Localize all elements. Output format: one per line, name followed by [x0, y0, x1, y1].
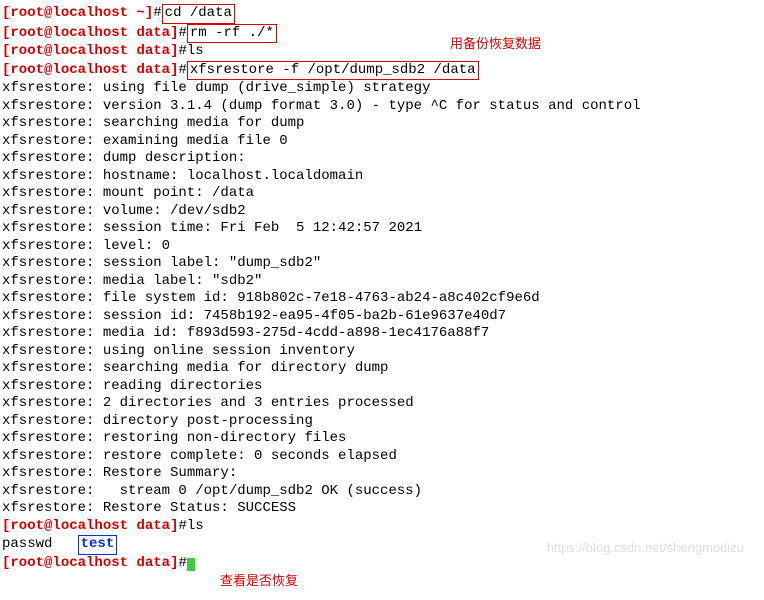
output-line: xfsrestore: using file dump (drive_simpl… — [2, 80, 762, 98]
output-line: xfsrestore: searching media for director… — [2, 360, 762, 378]
output-line: xfsrestore: dump description: — [2, 150, 762, 168]
output-line: xfsrestore: directory post-processing — [2, 413, 762, 431]
terminal-line: [root@localhost data]#xfsrestore -f /opt… — [2, 61, 762, 81]
command-cd[interactable]: cd /data — [162, 4, 235, 24]
prompt-host: localhost — [52, 43, 128, 59]
output-line: xfsrestore: restoring non-directory file… — [2, 430, 762, 448]
prompt-host: localhost — [52, 25, 128, 41]
output-line: xfsrestore: stream 0 /opt/dump_sdb2 OK (… — [2, 483, 762, 501]
prompt-hash: # — [178, 555, 186, 571]
output-line: xfsrestore: examining media file 0 — [2, 133, 762, 151]
annotation-restore: 用备份恢复数据 — [450, 36, 541, 52]
annotation-check: 查看是否恢复 — [220, 573, 298, 589]
prompt-user: root — [10, 62, 44, 78]
prompt-path: ~ — [136, 5, 144, 21]
terminal-line: [root@localhost data]#ls — [2, 518, 762, 536]
terminal-line: [root@localhost data]# — [2, 555, 762, 573]
output-line: xfsrestore: file system id: 918b802c-7e1… — [2, 290, 762, 308]
output-line: xfsrestore: restore complete: 0 seconds … — [2, 448, 762, 466]
output-line: xfsrestore: session label: "dump_sdb2" — [2, 255, 762, 273]
prompt-host: localhost — [52, 518, 128, 534]
prompt-hash: # — [178, 43, 186, 59]
prompt-host: localhost — [52, 555, 128, 571]
prompt-hash: # — [178, 518, 186, 534]
prompt-user: root — [10, 25, 44, 41]
output-line: xfsrestore: hostname: localhost.localdom… — [2, 168, 762, 186]
output-line: xfsrestore: Restore Status: SUCCESS — [2, 500, 762, 518]
output-line: xfsrestore: media id: f893d593-275d-4cdd… — [2, 325, 762, 343]
output-line: xfsrestore: version 3.1.4 (dump format 3… — [2, 98, 762, 116]
watermark: https://blog.csdn.net/shengmodizu — [547, 540, 744, 556]
prompt-path: data — [136, 43, 170, 59]
prompt-hash: # — [178, 25, 186, 41]
prompt-user: root — [10, 555, 44, 571]
output-line: xfsrestore: Restore Summary: — [2, 465, 762, 483]
cursor-icon[interactable] — [187, 558, 195, 571]
prompt-host: localhost — [52, 62, 128, 78]
command-rm[interactable]: rm -rf ./* — [187, 24, 277, 44]
prompt-user: root — [10, 5, 44, 21]
output-line: xfsrestore: reading directories — [2, 378, 762, 396]
output-line: xfsrestore: volume: /dev/sdb2 — [2, 203, 762, 221]
output-line: xfsrestore: session time: Fri Feb 5 12:4… — [2, 220, 762, 238]
prompt-bracket-close: ] — [145, 5, 153, 21]
output-line: xfsrestore: media label: "sdb2" — [2, 273, 762, 291]
prompt-path: data — [136, 25, 170, 41]
prompt-path: data — [136, 518, 170, 534]
command-ls[interactable]: ls — [187, 43, 204, 59]
prompt-user: root — [10, 43, 44, 59]
output-line: xfsrestore: level: 0 — [2, 238, 762, 256]
output-line: xfsrestore: mount point: /data — [2, 185, 762, 203]
prompt-host: localhost — [52, 5, 128, 21]
terminal-line: [root@localhost ~]#cd /data — [2, 4, 762, 24]
terminal-line: [root@localhost data]#ls — [2, 43, 762, 61]
prompt-hash: # — [153, 5, 161, 21]
output-line: xfsrestore: searching media for dump — [2, 115, 762, 133]
prompt-hash: # — [178, 62, 186, 78]
ls-file-passwd: passwd — [2, 536, 78, 552]
output-line: xfsrestore: using online session invento… — [2, 343, 762, 361]
terminal-line: [root@localhost data]#rm -rf ./* — [2, 24, 762, 44]
ls-dir-test: test — [78, 535, 118, 555]
prompt-user: root — [10, 518, 44, 534]
output-line: xfsrestore: session id: 7458b192-ea95-4f… — [2, 308, 762, 326]
command-ls[interactable]: ls — [187, 518, 204, 534]
output-line: xfsrestore: 2 directories and 3 entries … — [2, 395, 762, 413]
prompt-path: data — [136, 555, 170, 571]
prompt-path: data — [136, 62, 170, 78]
command-xfsrestore[interactable]: xfsrestore -f /opt/dump_sdb2 /data — [187, 61, 479, 81]
